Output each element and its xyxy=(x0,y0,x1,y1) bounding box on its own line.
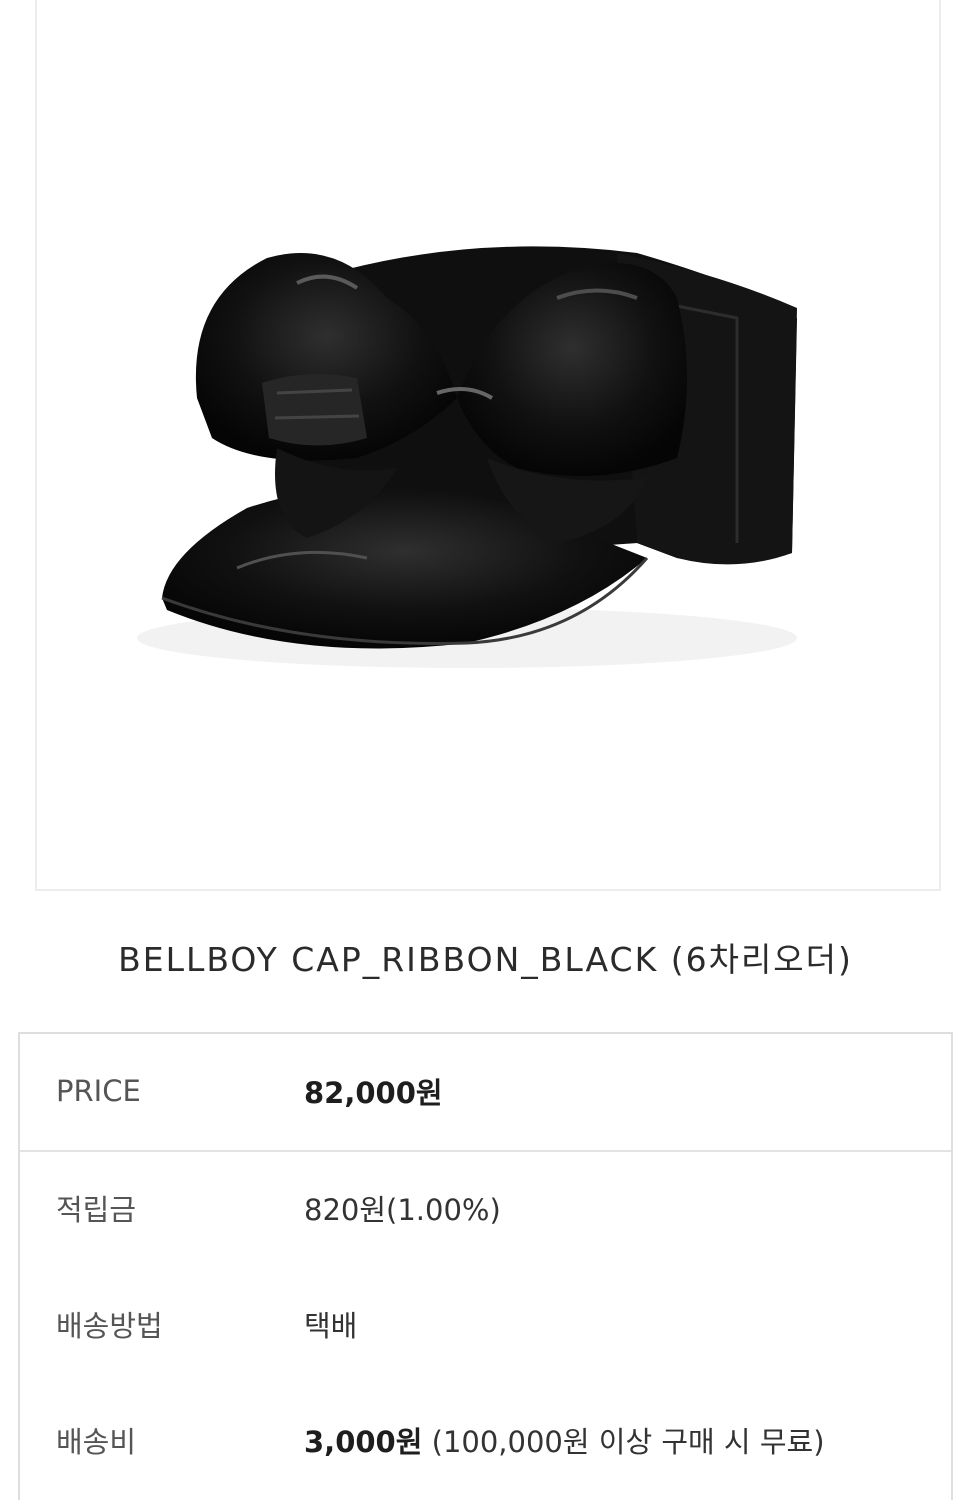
points-row: 적립금 820원(1.00%) xyxy=(20,1179,951,1237)
shipping-fee-note: (100,000원 이상 구매 시 무료) xyxy=(431,1425,825,1459)
price-row: PRICE 82,000원 xyxy=(20,1062,951,1120)
points-label: 적립금 xyxy=(56,1193,137,1227)
shipping-method-row: 배송방법 택배 xyxy=(20,1295,951,1353)
points-value: 820원(1.00%) xyxy=(304,1193,501,1227)
product-title: BELLBOY CAP_RIBBON_BLACK (6차리오더) xyxy=(118,940,853,979)
shipping-fee-amount: 3,000원 xyxy=(304,1425,423,1459)
product-info-table: PRICE 82,000원 적립금 820원(1.00%) 배송방법 택배 배송… xyxy=(18,1032,953,1500)
shipping-method-label: 배송방법 xyxy=(56,1309,163,1343)
shipping-fee-row: 배송비 3,000원 (100,000원 이상 구매 시 무료) xyxy=(20,1411,951,1469)
product-image[interactable] xyxy=(37,0,939,889)
price-label: PRICE xyxy=(56,1074,141,1108)
row-divider xyxy=(20,1150,951,1152)
product-detail-page: BELLBOY CAP_RIBBON_BLACK (6차리오더) PRICE 8… xyxy=(0,0,971,1500)
shipping-fee-value: 3,000원 (100,000원 이상 구매 시 무료) xyxy=(304,1419,825,1461)
shipping-fee-label: 배송비 xyxy=(56,1425,137,1459)
price-value: 82,000원 xyxy=(304,1076,443,1110)
product-image-frame xyxy=(35,0,941,891)
shipping-method-value: 택배 xyxy=(304,1309,358,1343)
